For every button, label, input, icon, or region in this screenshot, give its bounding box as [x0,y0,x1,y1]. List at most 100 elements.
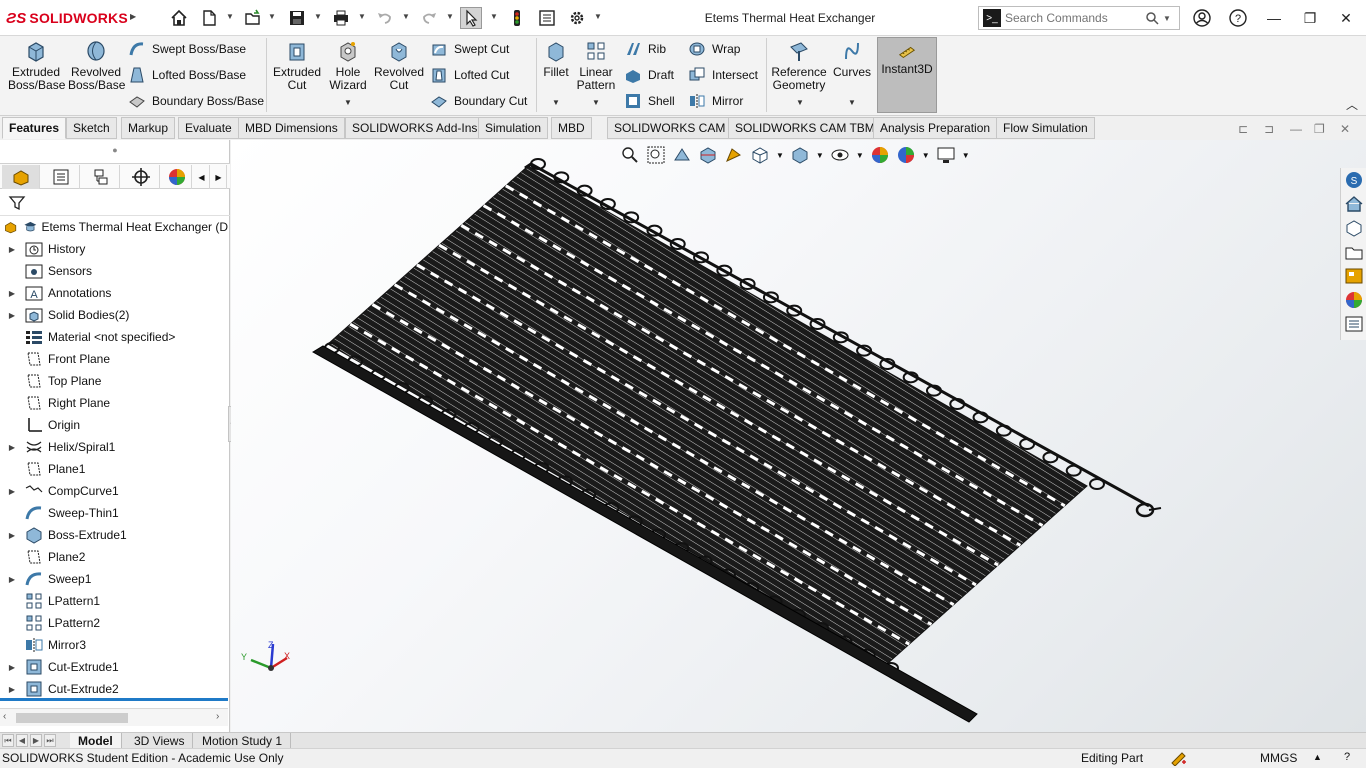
extruded-boss-button[interactable]: Extruded Boss/Base [8,39,65,113]
doc-minimize-icon[interactable]: — [1290,122,1302,136]
tree-item-boss-extrude1[interactable]: ▶ Boss-Extrude1 [0,524,228,546]
tab-sketch[interactable]: Sketch [66,117,117,139]
tab-features[interactable]: Features [2,117,67,139]
heat-exchanger-model[interactable] [231,140,1366,732]
menu-expand-icon[interactable]: ▶ [130,12,138,21]
hide-show-dropdown-icon[interactable]: ▼ [856,151,864,160]
mirror-button[interactable]: Mirror [688,90,743,112]
tabs-scroll-left[interactable]: ◀ [194,165,210,189]
tree-root[interactable]: Etems Thermal Heat Exchanger (D [0,216,228,238]
curves-dropdown-icon[interactable]: ▼ [848,98,856,107]
open-dropdown-icon[interactable]: ▼ [268,12,276,21]
tree-item-cut-extrude1[interactable]: ▶ Cut-Extrude1 [0,656,228,678]
previous-view-icon[interactable] [672,145,692,165]
display-style-icon[interactable] [790,145,810,165]
shell-button[interactable]: Shell [624,90,675,112]
tree-item-lpattern1[interactable]: LPattern1 [0,590,228,612]
hole-wizard-dropdown-icon[interactable]: ▼ [344,98,352,107]
unit-system-text[interactable]: MMGS [1260,751,1297,765]
revolved-boss-button[interactable]: Revolved Boss/Base [68,39,125,113]
save-dropdown-icon[interactable]: ▼ [314,12,322,21]
apply-scene-icon[interactable] [896,145,916,165]
first-tab-icon[interactable]: ⏮ [2,734,14,747]
display-manager-tab[interactable] [162,165,192,189]
boundary-cut-button[interactable]: Boundary Cut [430,90,527,112]
tab-solidworks-cam-tbm[interactable]: SOLIDWORKS CAM TBM [728,117,882,139]
tabs-scroll-right[interactable]: ▶ [211,165,227,189]
prev-tab-icon[interactable]: ◀ [16,734,28,747]
boundary-boss-button[interactable]: Boundary Boss/Base [128,90,264,112]
draft-button[interactable]: Draft [624,64,674,86]
tab-evaluate[interactable]: Evaluate [178,117,239,139]
restore-button[interactable]: ❐ [1296,6,1324,30]
options-dropdown-icon[interactable]: ▼ [594,12,602,21]
view-palette-icon[interactable] [1344,266,1364,286]
linear-pattern-dropdown-icon[interactable]: ▼ [592,98,600,107]
save-button[interactable] [286,7,308,29]
print-dropdown-icon[interactable]: ▼ [358,12,366,21]
search-dropdown-icon[interactable]: ▼ [1163,14,1171,23]
tree-item-sweep1[interactable]: ▶ Sweep1 [0,568,228,590]
tree-item-helix-spiral1[interactable]: ▶ Helix/Spiral1 [0,436,228,458]
tab-simulation[interactable]: Simulation [478,117,549,139]
rollback-bar[interactable] [0,698,228,701]
home-button[interactable] [168,7,190,29]
tree-item-mirror3[interactable]: Mirror3 [0,634,228,656]
status-more-icon[interactable]: ? [1344,751,1350,763]
next-tab-icon[interactable]: ▶ [30,734,42,747]
tab-3d-views[interactable]: 3D Views [126,733,194,748]
search-commands[interactable]: >_ ▼ [978,6,1180,30]
options-button[interactable] [566,7,588,29]
tab-analysis-preparation[interactable]: Analysis Preparation [873,117,998,139]
tree-item-sensors[interactable]: Sensors [0,260,228,282]
select-dropdown-icon[interactable]: ▼ [490,12,498,21]
section-view-icon[interactable] [698,145,718,165]
tree-horizontal-scrollbar[interactable]: ‹ › [0,708,228,726]
view-settings-icon[interactable] [936,145,956,165]
extruded-cut-button[interactable]: Extruded Cut [270,39,324,113]
file-properties-button[interactable] [536,7,558,29]
instant3d-button[interactable]: Instant3D [877,37,937,113]
redo-dropdown-icon[interactable]: ▼ [446,12,454,21]
graphics-area[interactable]: Z Y X [231,140,1366,732]
view-settings-dropdown-icon[interactable]: ▼ [962,151,970,160]
tab-model[interactable]: Model [70,733,122,748]
tree-item-compcurve1[interactable]: ▶ CompCurve1 [0,480,228,502]
expand-arrow-icon[interactable]: ▶ [6,289,18,298]
select-button[interactable] [460,7,482,29]
redo-button[interactable] [418,7,440,29]
tree-item-annotations[interactable]: ▶ A Annotations [0,282,228,304]
tab-markup[interactable]: Markup [121,117,176,139]
expand-arrow-icon[interactable]: ▶ [6,443,18,452]
tree-item-cut-extrude2[interactable]: ▶ Cut-Extrude2 [0,678,228,700]
print-button[interactable] [330,7,352,29]
expand-arrow-icon[interactable]: ▶ [6,531,18,540]
collapse-ribbon-icon[interactable]: ︿ [1346,96,1358,113]
unit-system-dropdown-icon[interactable]: ▲ [1313,752,1322,762]
search-input[interactable] [1005,11,1145,25]
tree-filter[interactable] [0,190,230,216]
tree-item-top-plane[interactable]: Top Plane [0,370,228,392]
swept-boss-button[interactable]: Swept Boss/Base [128,38,246,60]
tab-solidworks-cam[interactable]: SOLIDWORKS CAM [607,117,733,139]
expand-arrow-icon[interactable]: ▶ [6,311,18,320]
solidworks-resources-icon[interactable]: S [1344,170,1364,190]
new-dropdown-icon[interactable]: ▼ [226,12,234,21]
scroll-right-icon[interactable]: › [216,711,219,722]
display-style-dropdown-icon[interactable]: ▼ [816,151,824,160]
view-orientation-icon[interactable] [750,145,770,165]
lofted-cut-button[interactable]: Lofted Cut [430,64,509,86]
doc-close-icon[interactable]: ✕ [1340,122,1350,136]
scroll-left-icon[interactable]: ‹ [3,711,6,722]
fillet-dropdown-icon[interactable]: ▼ [552,98,560,107]
tree-item-sweep-thin1[interactable]: Sweep-Thin1 [0,502,228,524]
account-button[interactable] [1188,6,1216,30]
tile-right-icon[interactable]: ⊐ [1264,122,1274,136]
property-manager-tab[interactable] [42,165,80,189]
tree-item-origin[interactable]: Origin [0,414,228,436]
undo-button[interactable] [374,7,396,29]
custom-properties-icon[interactable] [1344,314,1364,334]
tree-item-solid-bodies[interactable]: ▶ Solid Bodies(2) [0,304,228,326]
tab-motion-study-1[interactable]: Motion Study 1 [194,733,292,748]
zoom-to-area-icon[interactable] [646,145,666,165]
